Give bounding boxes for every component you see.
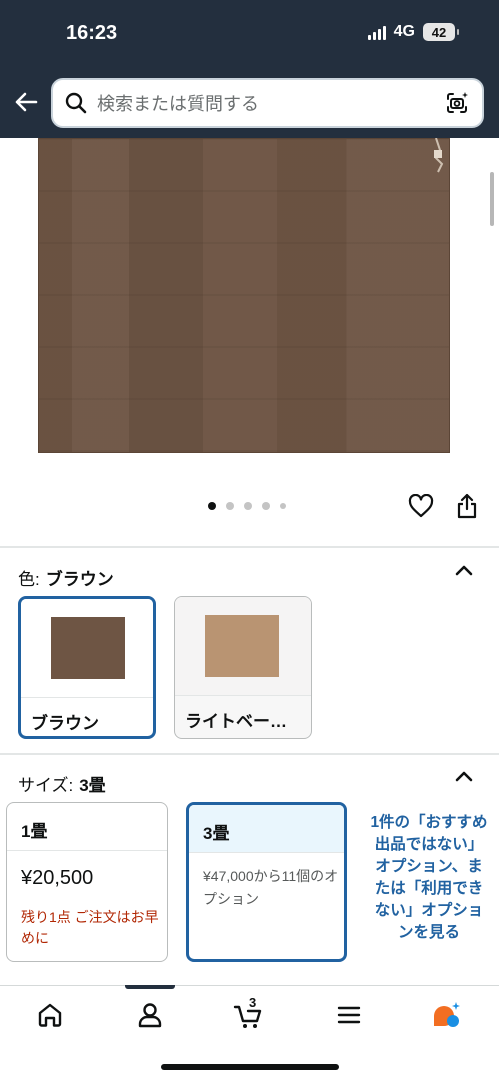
- top-header: 16:23 4G 42 検索または質問する: [0, 0, 499, 138]
- size-option-name: 1畳: [7, 803, 167, 851]
- brown-swatch: [51, 617, 125, 679]
- color-option-label: ブラウン: [31, 714, 99, 733]
- carousel-dot[interactable]: [262, 502, 270, 510]
- image-carousel-dots[interactable]: [208, 502, 286, 510]
- rufus-ai-icon[interactable]: [431, 1000, 461, 1030]
- color-option-lightbeige[interactable]: ライトベー…: [174, 596, 312, 739]
- color-option-label: ライトベー…: [185, 712, 287, 731]
- size-label: サイズ:: [18, 776, 74, 795]
- chevron-up-icon[interactable]: [455, 770, 473, 782]
- active-tab-indicator: [125, 985, 175, 989]
- signal-icon: [367, 24, 386, 40]
- cart-icon[interactable]: [233, 1000, 263, 1030]
- status-time: 16:23: [66, 22, 118, 44]
- swatch-area: [21, 599, 153, 697]
- product-page: 16:23 4G 42 検索または質問する 色: ブラウン ブラウン ライトベー…: [0, 0, 499, 1080]
- network-type: 4G: [393, 23, 415, 40]
- menu-icon[interactable]: [334, 1000, 364, 1030]
- search-input[interactable]: 検索または質問する: [51, 78, 484, 128]
- unavailable-options-link[interactable]: 1件の「おすすめ出品ではない」オプション、または「利用できない」オプションを見る: [370, 812, 488, 987]
- size-option-3jo[interactable]: 3畳 ¥47,000から11個のオプション: [186, 802, 347, 962]
- page-scrollbar[interactable]: [490, 172, 494, 226]
- size-option-subtext: ¥47,000から11個のオプション: [203, 868, 339, 907]
- carousel-dot[interactable]: [208, 502, 216, 510]
- home-indicator[interactable]: [161, 1064, 339, 1070]
- share-icon[interactable]: [456, 493, 478, 519]
- status-indicators: 4G 42: [367, 23, 459, 41]
- search-icon: [65, 92, 87, 114]
- size-option-name: 3畳: [189, 805, 344, 853]
- card-separator: [21, 697, 153, 698]
- carousel-dot[interactable]: [280, 503, 286, 509]
- size-option-price: ¥20,500: [21, 867, 94, 889]
- account-icon[interactable]: [135, 1000, 165, 1030]
- size-option-1jo[interactable]: 1畳 ¥20,500 残り1点 ご注文はお早めに: [6, 802, 168, 962]
- search-placeholder: 検索または質問する: [97, 94, 259, 114]
- swatch-area: [175, 597, 311, 695]
- heart-icon[interactable]: [408, 494, 434, 518]
- cart-count: 3: [249, 995, 257, 1010]
- section-divider: [0, 753, 499, 755]
- size-label-row: サイズ: 3畳: [18, 771, 106, 796]
- color-selected-value: ブラウン: [45, 570, 114, 589]
- color-option-brown[interactable]: ブラウン: [18, 596, 156, 739]
- camera-search-icon[interactable]: [444, 90, 470, 116]
- color-label: 色:: [18, 570, 40, 589]
- carousel-dot[interactable]: [226, 502, 234, 510]
- product-cord-detail: [434, 138, 444, 173]
- chevron-up-icon[interactable]: [455, 564, 473, 576]
- beige-swatch: [205, 615, 279, 677]
- back-arrow-icon[interactable]: [12, 88, 40, 116]
- battery-indicator: 42: [423, 23, 459, 41]
- color-label-row: 色: ブラウン: [18, 565, 114, 590]
- size-selected-value: 3畳: [79, 776, 106, 795]
- product-image[interactable]: [38, 138, 450, 453]
- section-divider: [0, 546, 499, 548]
- stock-warning: 残り1点 ご注文はお早めに: [21, 909, 159, 946]
- card-separator: [175, 695, 311, 696]
- carousel-dot[interactable]: [244, 502, 252, 510]
- home-icon[interactable]: [35, 1000, 65, 1030]
